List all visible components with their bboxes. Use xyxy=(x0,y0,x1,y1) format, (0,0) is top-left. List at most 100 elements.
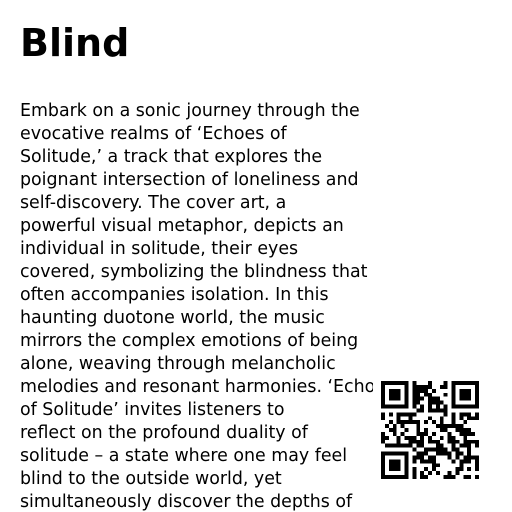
qr-module xyxy=(467,416,472,421)
qr-module xyxy=(455,424,460,429)
qr-module xyxy=(467,467,472,472)
description-line: mirrors the complex emotions of being xyxy=(20,331,359,351)
qr-module xyxy=(439,451,444,456)
qr-module xyxy=(475,412,479,417)
qr-module xyxy=(459,424,464,429)
qr-module xyxy=(396,439,401,444)
qr-module xyxy=(420,408,425,413)
qr-module xyxy=(428,459,432,464)
qr-module xyxy=(428,404,432,409)
qr-module xyxy=(420,475,425,479)
qr-module xyxy=(428,455,432,460)
qr-module xyxy=(420,388,425,393)
description-line: covered, symbolizing the blindness that xyxy=(20,262,368,282)
qr-module xyxy=(420,431,425,436)
qr-module xyxy=(467,443,472,448)
qr-module xyxy=(439,447,444,452)
qr-module xyxy=(467,431,472,436)
qr-module xyxy=(424,451,429,456)
qr-module xyxy=(435,471,440,476)
qr-module xyxy=(439,443,444,448)
qr-module xyxy=(447,451,452,456)
qr-module xyxy=(443,408,448,413)
qr-module xyxy=(447,475,452,479)
qr-module xyxy=(388,412,393,417)
qr-module xyxy=(451,439,456,444)
qr-module xyxy=(408,443,413,448)
qr-module xyxy=(439,416,444,421)
qr-module xyxy=(381,416,385,421)
qr-module xyxy=(412,439,417,444)
qr-module xyxy=(428,447,432,452)
description-line: evocative realms of ‘Echoes of xyxy=(20,124,287,144)
qr-module xyxy=(439,428,444,432)
qr-module xyxy=(420,451,425,456)
qr-module xyxy=(424,475,429,479)
qr-module xyxy=(428,408,432,413)
qr-module xyxy=(467,455,472,460)
qr-module xyxy=(467,451,472,456)
qr-module xyxy=(451,424,456,429)
qr-module xyxy=(459,428,464,432)
qr-module xyxy=(416,428,421,432)
qr-module xyxy=(443,451,448,456)
qr-module xyxy=(412,381,417,385)
qr-module xyxy=(412,447,417,452)
qr-module xyxy=(451,447,456,452)
qr-module xyxy=(475,439,479,444)
qr-module xyxy=(447,439,452,444)
qr-module xyxy=(392,428,397,432)
qr-module xyxy=(439,384,444,389)
qr-module xyxy=(428,396,432,401)
qr-module xyxy=(431,467,436,472)
qr-module xyxy=(455,451,460,456)
qr-module xyxy=(467,447,472,452)
qr-module xyxy=(404,428,409,432)
qr-module xyxy=(475,459,479,464)
qr-module xyxy=(451,412,456,417)
qr-module xyxy=(455,455,460,460)
qr-module xyxy=(459,463,464,468)
qr-module xyxy=(443,475,448,479)
qr-module xyxy=(467,475,472,479)
qr-module xyxy=(467,439,472,444)
description-line: Embark on a sonic journey through the xyxy=(20,101,360,121)
qr-module xyxy=(420,404,425,409)
qr-module xyxy=(475,475,479,479)
qr-module xyxy=(404,412,409,417)
qr-module xyxy=(431,463,436,468)
qr-module xyxy=(412,392,417,397)
qr-module xyxy=(439,408,444,413)
qr-module xyxy=(424,431,429,436)
qr-module xyxy=(435,396,440,401)
qr-module xyxy=(431,396,436,401)
description-line: individual in solitude, their eyes xyxy=(20,239,299,259)
qr-module xyxy=(412,412,417,417)
qr-module xyxy=(408,420,413,425)
qr-module xyxy=(384,435,389,440)
qr-module xyxy=(439,420,444,425)
qr-module xyxy=(428,439,432,444)
qr-module xyxy=(431,455,436,460)
qr-module xyxy=(435,443,440,448)
qr-module xyxy=(451,435,456,440)
qr-module xyxy=(400,443,405,448)
qr-module xyxy=(404,443,409,448)
qr-module xyxy=(412,455,417,460)
qr-module xyxy=(416,424,421,429)
qr-module xyxy=(384,424,389,429)
qr-module xyxy=(439,435,444,440)
description-line: haunting duotone world, the music xyxy=(20,308,325,328)
qr-module xyxy=(451,416,456,421)
qr-module xyxy=(447,471,452,476)
qr-module xyxy=(459,467,464,472)
qr-module xyxy=(443,424,448,429)
qr-module xyxy=(400,420,405,425)
description-line: Solitude,’ a track that explores the xyxy=(20,147,323,167)
qr-module xyxy=(388,420,393,425)
qr-module xyxy=(424,467,429,472)
description-line: poignant intersection of loneliness and xyxy=(20,170,359,190)
page: Blind Embark on a sonic journey through … xyxy=(0,0,512,512)
qr-module xyxy=(412,435,417,440)
qr-module xyxy=(412,384,417,389)
